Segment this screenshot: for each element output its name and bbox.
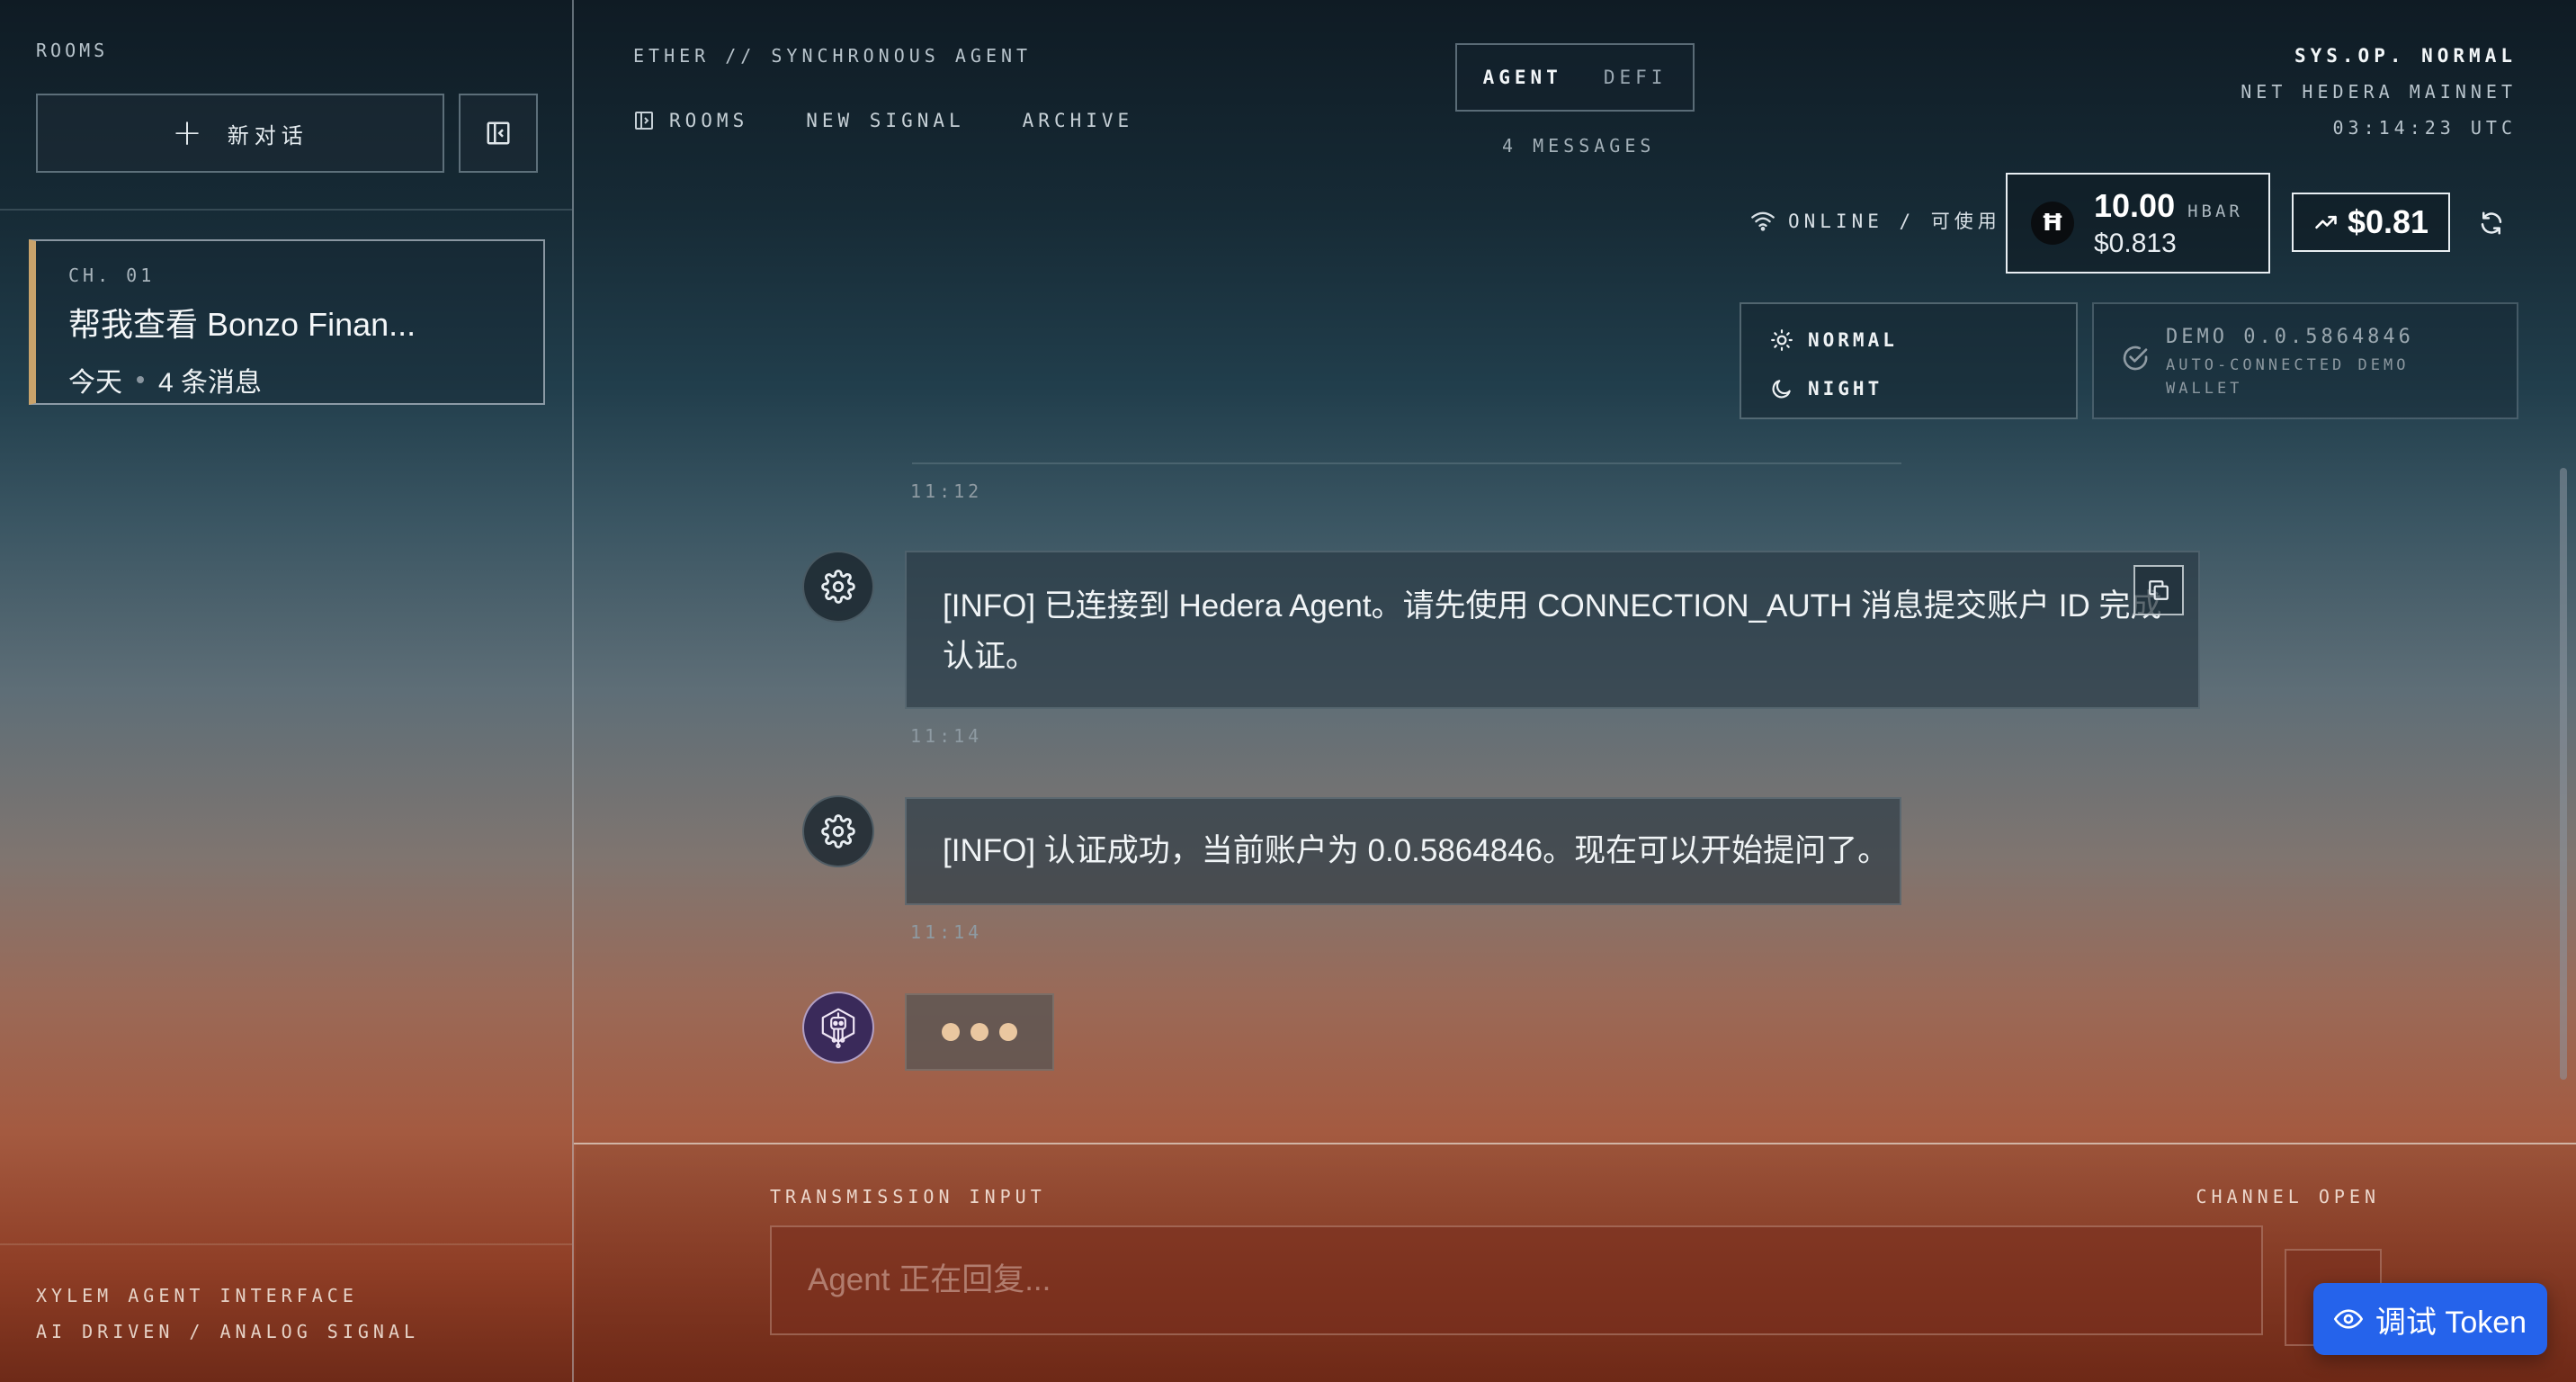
theme-selector: NORMAL NIGHT xyxy=(1740,302,2078,419)
room-item[interactable]: CH. 01 帮我查看 Bonzo Finan... 今天 4 条消息 xyxy=(29,239,545,405)
collapse-sidebar-button[interactable] xyxy=(459,94,538,173)
message-count: 4 MESSAGES xyxy=(1502,135,1656,157)
nav-rooms[interactable]: ROOMS xyxy=(633,110,748,131)
gear-icon xyxy=(821,570,855,604)
online-label: ONLINE / 可使用 xyxy=(1788,211,2001,232)
top-nav: ROOMS NEW SIGNAL ARCHIVE xyxy=(633,110,1133,131)
theme-normal-option[interactable]: NORMAL xyxy=(1770,320,2047,360)
balance-usd: $0.813 xyxy=(2094,229,2177,258)
separator-dot xyxy=(137,376,144,383)
room-channel: CH. 01 xyxy=(68,265,156,286)
moon-icon xyxy=(1772,380,1791,399)
debug-token-label: 调试 Token xyxy=(2375,1305,2527,1340)
wallet-subtitle: AUTO-CONNECTED DEMO WALLET xyxy=(2166,354,2414,400)
message-timestamp: 11:14 xyxy=(910,725,983,747)
nav-new-signal[interactable]: NEW SIGNAL xyxy=(806,110,964,131)
sidebar-collapse-icon xyxy=(487,121,510,145)
eye-icon xyxy=(2333,1309,2363,1329)
price-value: $0.81 xyxy=(2347,203,2429,240)
nav-rooms-label: ROOMS xyxy=(669,110,749,131)
sun-icon xyxy=(1771,329,1793,351)
transmission-input-label: TRANSMISSION INPUT xyxy=(770,1186,1046,1207)
theme-normal-label: NORMAL xyxy=(1808,329,1898,351)
new-chat-label: 新对话 xyxy=(227,122,309,148)
room-count: 4 条消息 xyxy=(158,368,263,398)
copy-message-button[interactable] xyxy=(2133,565,2184,615)
sidebar-divider xyxy=(0,209,572,211)
hbar-logo-icon: Ħ xyxy=(2031,202,2074,245)
typing-indicator xyxy=(905,993,1054,1071)
message-text-line-2: 认证。 xyxy=(943,639,1038,674)
new-chat-button[interactable]: + 新对话 xyxy=(36,94,444,173)
copy-icon xyxy=(2149,580,2169,600)
input-divider xyxy=(574,1143,2576,1144)
wallet-id: DEMO 0.0.5864846 xyxy=(2166,326,2414,348)
channel-status: CHANNEL OPEN xyxy=(2196,1186,2380,1207)
refresh-button[interactable] xyxy=(2475,207,2508,239)
theme-night-label: NIGHT xyxy=(1808,378,1883,399)
mode-tabs: AGENT DEFI xyxy=(1455,43,1695,112)
message-text-line-1: [INFO] 已连接到 Hedera Agent。请先使用 CONNECTION… xyxy=(943,588,2162,624)
debug-token-button[interactable]: 调试 Token xyxy=(2313,1283,2547,1355)
balance-values: 10.00 HBAR $0.813 xyxy=(2094,187,2243,259)
check-circle-icon xyxy=(2123,346,2148,371)
footer-line-1: XYLEM AGENT INTERFACE xyxy=(36,1285,358,1306)
sidebar-title: ROOMS xyxy=(36,40,109,61)
typing-dot xyxy=(942,1023,960,1041)
system-avatar xyxy=(802,795,874,867)
message-timestamp: 11:14 xyxy=(910,921,983,943)
brand-title: ETHER // SYNCHRONOUS AGENT xyxy=(633,45,1033,67)
typing-dot xyxy=(999,1023,1017,1041)
message-scrollbar[interactable] xyxy=(2560,468,2567,1080)
tab-defi[interactable]: DEFI xyxy=(1604,67,1668,88)
balance-unit: HBAR xyxy=(2187,202,2243,221)
message-text: [INFO] 认证成功，当前账户为 0.0.5864846。现在可以开始提问了。 xyxy=(943,833,1890,868)
utc-clock: 03:14:23 UTC xyxy=(2332,117,2517,139)
trending-up-icon xyxy=(2315,215,2337,229)
balance-amount: 10.00 xyxy=(2094,187,2176,224)
sidebar: ROOMS + 新对话 CH. 01 帮我查看 Bonzo Finan... 今… xyxy=(0,0,574,1382)
typing-dot xyxy=(970,1023,988,1041)
footer-line-2: AI DRIVEN / ANALOG SIGNAL xyxy=(36,1321,420,1342)
room-date: 今天 xyxy=(68,368,122,398)
robot-icon xyxy=(821,1008,855,1048)
plus-icon: + xyxy=(172,112,208,154)
theme-night-option[interactable]: NIGHT xyxy=(1770,369,2047,408)
wallet-subtitle-line-2: WALLET xyxy=(2166,380,2243,398)
network-label: NET HEDERA MAINNET xyxy=(2241,81,2517,103)
price-badge[interactable]: $0.81 xyxy=(2292,193,2450,252)
system-status: SYS.OP. NORMAL xyxy=(2294,45,2517,67)
balance-card[interactable]: Ħ 10.00 HBAR $0.813 xyxy=(2006,173,2270,274)
message-input[interactable] xyxy=(770,1225,2263,1335)
message-bubble: [INFO] 已连接到 Hedera Agent。请先使用 CONNECTION… xyxy=(905,551,2200,709)
wifi-icon xyxy=(1751,211,1775,231)
sidebar-footer-divider xyxy=(0,1243,572,1245)
message-timestamp: 11:12 xyxy=(910,480,983,502)
wallet-status[interactable]: DEMO 0.0.5864846 AUTO-CONNECTED DEMO WAL… xyxy=(2092,302,2518,419)
refresh-icon xyxy=(2481,211,2502,235)
panel-icon xyxy=(635,112,653,130)
online-status: ONLINE / 可使用 xyxy=(1750,207,2001,234)
room-meta: 今天 4 条消息 xyxy=(68,360,511,399)
agent-avatar xyxy=(802,992,874,1063)
thread-divider xyxy=(912,462,1901,464)
gear-icon xyxy=(821,814,855,848)
room-title: 帮我查看 Bonzo Finan... xyxy=(68,306,416,343)
message-bubble: [INFO] 认证成功，当前账户为 0.0.5864846。现在可以开始提问了。 xyxy=(905,797,1901,905)
nav-archive[interactable]: ARCHIVE xyxy=(1023,110,1134,131)
tab-agent[interactable]: AGENT xyxy=(1483,67,1562,88)
wallet-subtitle-line-1: AUTO-CONNECTED DEMO xyxy=(2166,356,2410,374)
system-avatar xyxy=(802,551,874,623)
